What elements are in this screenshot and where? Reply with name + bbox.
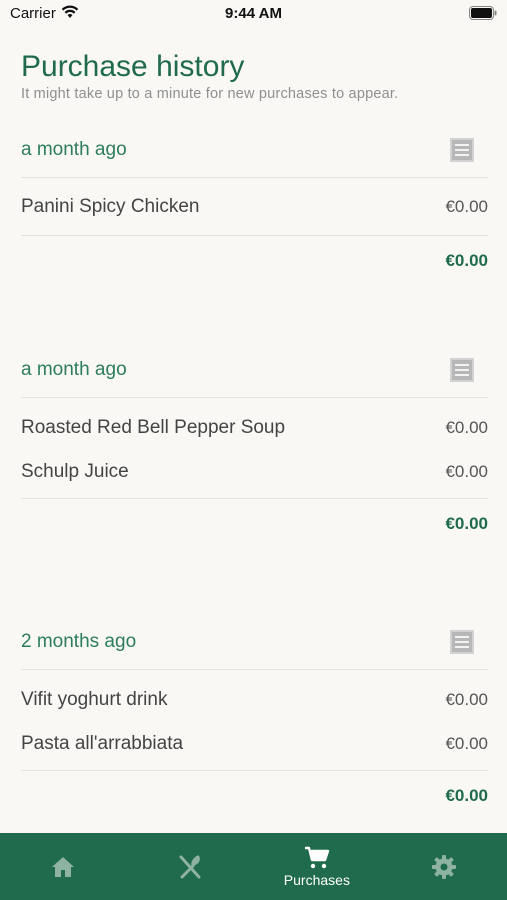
cart-icon <box>304 846 330 870</box>
item-price: €0.00 <box>445 690 488 709</box>
tab-label: Purchases <box>283 871 350 888</box>
clock: 9:44 AM <box>225 5 282 22</box>
purchase-list: a month ago Panini Spicy Chicken €0.00 €… <box>21 122 488 821</box>
status-bar: Carrier 9:44 AM <box>0 0 507 28</box>
receipt-icon[interactable] <box>448 356 476 384</box>
tab-bar: Purchases <box>0 833 507 900</box>
tab-settings[interactable] <box>380 833 507 900</box>
order-date: a month ago <box>21 358 127 380</box>
page-subtitle: It might take up to a minute for new pur… <box>21 86 399 102</box>
item-price: €0.00 <box>445 734 488 753</box>
item-price: €0.00 <box>445 462 488 481</box>
home-icon <box>51 856 75 878</box>
tab-menu[interactable] <box>127 833 254 900</box>
item-price: €0.00 <box>445 418 488 437</box>
item-name: Schulp Juice <box>21 461 129 482</box>
item-name: Vifit yoghurt drink <box>21 689 168 710</box>
order-card: 2 months ago Vifit yoghurt drink €0.00 P… <box>21 614 488 821</box>
order-card: a month ago Roasted Red Bell Pepper Soup… <box>21 342 488 549</box>
order-header: a month ago <box>21 342 488 398</box>
item-name: Panini Spicy Chicken <box>21 195 200 217</box>
item-name: Roasted Red Bell Pepper Soup <box>21 417 286 438</box>
receipt-icon[interactable] <box>448 628 476 656</box>
order-date: 2 months ago <box>21 630 137 652</box>
list-item: Schulp Juice €0.00 <box>21 450 488 494</box>
order-date: a month ago <box>21 138 127 160</box>
list-item: Roasted Red Bell Pepper Soup €0.00 <box>21 406 488 450</box>
battery-icon <box>469 6 497 25</box>
utensils-icon <box>177 854 203 880</box>
order-total: €0.00 <box>445 251 488 270</box>
order-footer: €0.00 <box>21 498 488 549</box>
order-items: Roasted Red Bell Pepper Soup €0.00 Schul… <box>21 398 488 494</box>
order-items: Vifit yoghurt drink €0.00 Pasta all'arra… <box>21 670 488 766</box>
order-total: €0.00 <box>445 514 488 533</box>
order-items: Panini Spicy Chicken €0.00 <box>21 178 488 235</box>
order-footer: €0.00 <box>21 235 488 286</box>
list-item: Panini Spicy Chicken €0.00 <box>21 178 488 235</box>
order-header: a month ago <box>21 122 488 178</box>
page-title: Purchase history <box>21 50 245 83</box>
item-name: Pasta all'arrabbiata <box>21 733 184 754</box>
receipt-icon[interactable] <box>448 136 476 164</box>
tab-purchases[interactable]: Purchases <box>254 833 381 900</box>
order-total: €0.00 <box>445 786 488 805</box>
page-header: Purchase history It might take up to a m… <box>21 50 491 102</box>
list-item: Pasta all'arrabbiata €0.00 <box>21 722 488 766</box>
gear-icon <box>431 854 457 880</box>
tab-home[interactable] <box>0 833 127 900</box>
item-price: €0.00 <box>445 196 488 216</box>
order-footer: €0.00 <box>21 770 488 821</box>
order-header: 2 months ago <box>21 614 488 670</box>
order-card: a month ago Panini Spicy Chicken €0.00 €… <box>21 122 488 286</box>
list-item: Vifit yoghurt drink €0.00 <box>21 678 488 722</box>
